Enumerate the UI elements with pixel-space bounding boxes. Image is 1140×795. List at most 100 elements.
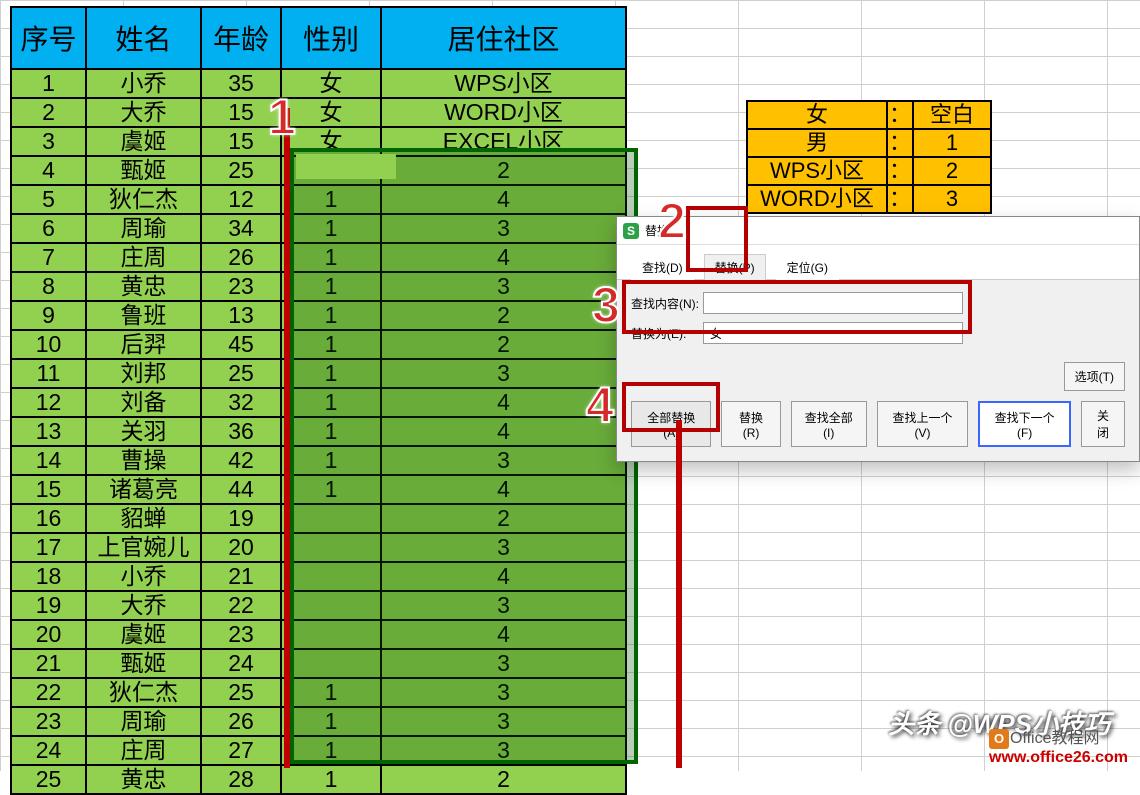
cell-age[interactable]: 19 <box>201 504 281 533</box>
cell-name[interactable]: 小乔 <box>86 69 201 98</box>
cell-name[interactable]: 庄周 <box>86 243 201 272</box>
cell-area[interactable]: WORD小区 <box>381 98 626 127</box>
cell-sex[interactable] <box>281 504 381 533</box>
cell-no[interactable]: 4 <box>11 156 86 185</box>
cell-sex[interactable]: 1 <box>281 301 381 330</box>
cell-sex[interactable]: 1 <box>281 446 381 475</box>
cell-age[interactable]: 45 <box>201 330 281 359</box>
cell-no[interactable]: 14 <box>11 446 86 475</box>
cell-name[interactable]: 甄姬 <box>86 156 201 185</box>
cell-name[interactable]: 关羽 <box>86 417 201 446</box>
cell-area[interactable]: 2 <box>381 301 626 330</box>
tab-replace[interactable]: 替换(P) <box>704 254 766 280</box>
close-button[interactable]: 关闭 <box>1081 401 1125 447</box>
cell-age[interactable]: 28 <box>201 765 281 794</box>
cell-sex[interactable] <box>281 562 381 591</box>
cell-no[interactable]: 2 <box>11 98 86 127</box>
cell-sex[interactable]: 1 <box>281 765 381 794</box>
cell-no[interactable]: 13 <box>11 417 86 446</box>
cell-area[interactable]: 4 <box>381 417 626 446</box>
cell-sex[interactable]: 1 <box>281 707 381 736</box>
replace-input[interactable] <box>703 322 963 344</box>
cell-no[interactable]: 18 <box>11 562 86 591</box>
cell-sex[interactable]: 1 <box>281 475 381 504</box>
table-row[interactable]: 23周瑜2613 <box>11 707 626 736</box>
cell-sex[interactable]: 女 <box>281 98 381 127</box>
cell-name[interactable]: 后羿 <box>86 330 201 359</box>
cell-sex[interactable]: 1 <box>281 359 381 388</box>
cell-age[interactable]: 13 <box>201 301 281 330</box>
table-row[interactable]: 18小乔214 <box>11 562 626 591</box>
replace-all-button[interactable]: 全部替换(A) <box>631 401 711 447</box>
cell-area[interactable]: 2 <box>381 156 626 185</box>
cell-area[interactable]: 3 <box>381 446 626 475</box>
cell-name[interactable]: 狄仁杰 <box>86 678 201 707</box>
cell-age[interactable]: 32 <box>201 388 281 417</box>
cell-sex[interactable]: 女 <box>281 127 381 156</box>
table-row[interactable]: 25黄忠2812 <box>11 765 626 794</box>
cell-no[interactable]: 23 <box>11 707 86 736</box>
cell-sex[interactable]: 1 <box>281 243 381 272</box>
table-row[interactable]: 24庄周2713 <box>11 736 626 765</box>
table-row[interactable]: 5狄仁杰1214 <box>11 185 626 214</box>
table-row[interactable]: 4甄姬25 2 <box>11 156 626 185</box>
cell-age[interactable]: 36 <box>201 417 281 446</box>
cell-no[interactable]: 10 <box>11 330 86 359</box>
cell-no[interactable]: 7 <box>11 243 86 272</box>
cell-name[interactable]: 小乔 <box>86 562 201 591</box>
cell-no[interactable]: 21 <box>11 649 86 678</box>
cell-area[interactable]: 3 <box>381 736 626 765</box>
cell-age[interactable]: 23 <box>201 620 281 649</box>
tab-goto[interactable]: 定位(G) <box>776 254 839 280</box>
table-row[interactable]: 10后羿4512 <box>11 330 626 359</box>
cell-name[interactable]: 虞姬 <box>86 620 201 649</box>
cell-name[interactable]: 上官婉儿 <box>86 533 201 562</box>
cell-area[interactable]: WPS小区 <box>381 69 626 98</box>
cell-age[interactable]: 22 <box>201 591 281 620</box>
cell-name[interactable]: 虞姬 <box>86 127 201 156</box>
cell-area[interactable]: EXCEL小区 <box>381 127 626 156</box>
cell-age[interactable]: 25 <box>201 156 281 185</box>
table-row[interactable]: 7庄周2614 <box>11 243 626 272</box>
cell-area[interactable]: 4 <box>381 388 626 417</box>
cell-area[interactable]: 4 <box>381 620 626 649</box>
cell-area[interactable]: 4 <box>381 185 626 214</box>
cell-area[interactable]: 4 <box>381 475 626 504</box>
cell-name[interactable]: 貂蝉 <box>86 504 201 533</box>
cell-age[interactable]: 24 <box>201 649 281 678</box>
cell-name[interactable]: 曹操 <box>86 446 201 475</box>
cell-sex[interactable]: 女 <box>281 69 381 98</box>
cell-name[interactable]: 周瑜 <box>86 214 201 243</box>
cell-no[interactable]: 11 <box>11 359 86 388</box>
cell-age[interactable]: 15 <box>201 98 281 127</box>
cell-age[interactable]: 20 <box>201 533 281 562</box>
find-next-button[interactable]: 查找下一个(F) <box>978 401 1071 447</box>
table-row[interactable]: 2大乔15女WORD小区 <box>11 98 626 127</box>
cell-name[interactable]: 黄忠 <box>86 765 201 794</box>
cell-area[interactable]: 3 <box>381 591 626 620</box>
cell-area[interactable]: 2 <box>381 765 626 794</box>
cell-age[interactable]: 44 <box>201 475 281 504</box>
cell-name[interactable]: 鲁班 <box>86 301 201 330</box>
cell-sex[interactable] <box>281 156 381 185</box>
cell-age[interactable]: 26 <box>201 707 281 736</box>
cell-no[interactable]: 5 <box>11 185 86 214</box>
cell-age[interactable]: 25 <box>201 359 281 388</box>
find-input[interactable] <box>703 292 963 314</box>
find-prev-button[interactable]: 查找上一个(V) <box>877 401 968 447</box>
cell-area[interactable]: 4 <box>381 243 626 272</box>
cell-area[interactable]: 3 <box>381 359 626 388</box>
cell-area[interactable]: 3 <box>381 214 626 243</box>
cell-area[interactable]: 3 <box>381 649 626 678</box>
cell-no[interactable]: 12 <box>11 388 86 417</box>
cell-sex[interactable] <box>281 533 381 562</box>
table-row[interactable]: 15诸葛亮4414 <box>11 475 626 504</box>
table-row[interactable]: 11刘邦2513 <box>11 359 626 388</box>
cell-age[interactable]: 25 <box>201 678 281 707</box>
table-row[interactable]: 9鲁班1312 <box>11 301 626 330</box>
cell-no[interactable]: 25 <box>11 765 86 794</box>
cell-name[interactable]: 甄姬 <box>86 649 201 678</box>
cell-age[interactable]: 26 <box>201 243 281 272</box>
cell-name[interactable]: 狄仁杰 <box>86 185 201 214</box>
cell-no[interactable]: 3 <box>11 127 86 156</box>
